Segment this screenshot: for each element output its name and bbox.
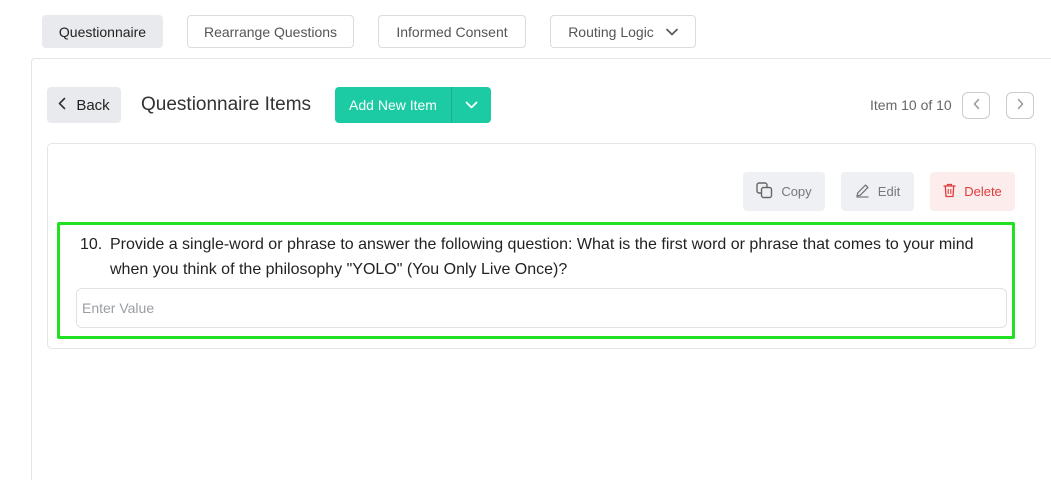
page-title: Questionnaire Items [141,94,312,115]
pencil-icon [855,183,870,201]
next-item-button[interactable] [1006,92,1034,119]
question-number: 10. [80,236,103,253]
back-button-label: Back [76,96,110,114]
chevron-down-icon [465,96,478,114]
add-new-item-button[interactable]: Add New Item [335,87,451,123]
chevron-left-icon [58,97,66,114]
copy-icon [756,181,773,202]
answer-input[interactable] [76,288,1007,328]
edit-button[interactable]: Edit [841,172,914,211]
copy-button[interactable]: Copy [743,172,825,211]
delete-button-label: Delete [964,184,1002,199]
tab-routing-logic-label: Routing Logic [568,23,654,40]
chevron-right-icon [1017,97,1024,115]
previous-item-button[interactable] [962,92,990,119]
tab-informed-consent[interactable]: Informed Consent [378,15,526,48]
tab-questionnaire-label: Questionnaire [58,23,147,40]
copy-button-label: Copy [781,184,812,199]
add-item-dropdown-button[interactable] [451,87,491,123]
add-item-button-group: Add New Item [335,87,491,123]
edit-button-label: Edit [877,184,901,199]
trash-icon [943,183,956,201]
tab-questionnaire[interactable]: Questionnaire [42,15,163,48]
delete-button[interactable]: Delete [930,172,1015,211]
question-text: Provide a single-word or phrase to answe… [110,236,974,278]
back-button[interactable]: Back [47,87,121,123]
tab-rearrange-questions[interactable]: Rearrange Questions [187,15,354,48]
tab-rearrange-questions-label: Rearrange Questions [203,23,338,40]
chevron-left-icon [973,97,980,115]
tab-routing-logic[interactable]: Routing Logic [550,15,696,48]
chevron-down-icon [666,28,678,36]
question-block: 10. Provide a single-word or phrase to a… [80,232,1000,282]
tab-informed-consent-label: Informed Consent [396,23,508,40]
item-counter: Item 10 of 10 [870,97,952,113]
